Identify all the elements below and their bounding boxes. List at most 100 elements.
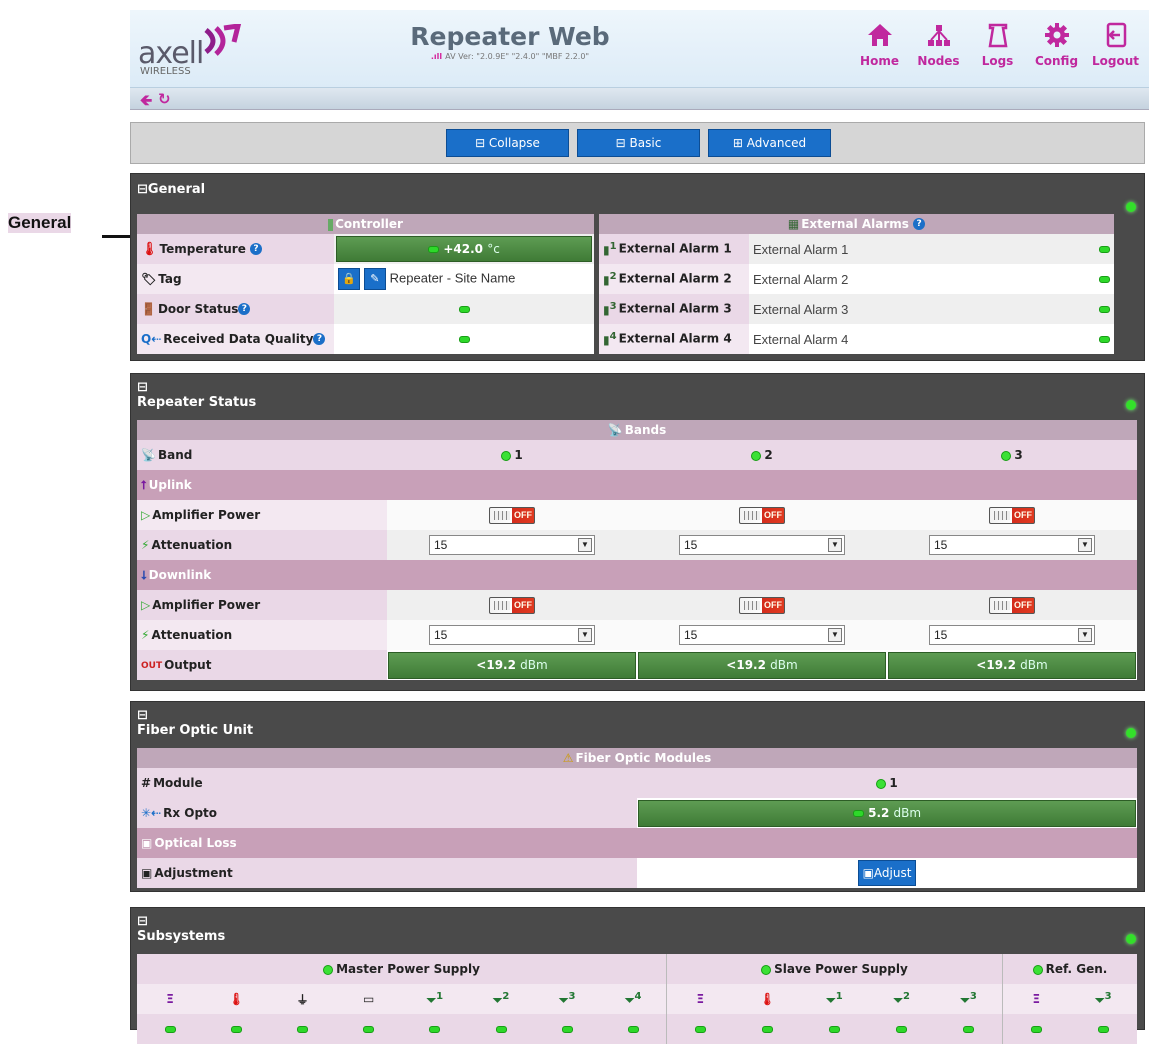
secondary-toolbar: 🡸 ↻: [130, 88, 1149, 110]
master-led: [323, 964, 334, 975]
alarm-2-label: ▮2 External Alarm 2: [599, 264, 749, 294]
uplink-text: Uplink: [148, 477, 192, 492]
help-icon[interactable]: ?: [913, 218, 926, 231]
help-icon[interactable]: ?: [238, 303, 251, 316]
warning-icon: ⚠: [562, 751, 574, 766]
rx-opto-label-text: Rx Opto: [163, 805, 218, 820]
tag-value[interactable]: Repeater - Site Name: [390, 271, 516, 286]
ul-amp-toggle-1[interactable]: OFF: [489, 506, 535, 524]
alarm-bank-icon: ▦: [787, 217, 800, 232]
alarm-3-label-text: External Alarm 3: [618, 301, 732, 316]
fiber-modules-header-text: Fiber Optic Modules: [575, 750, 712, 765]
advanced-button[interactable]: ⊞ Advanced: [708, 129, 831, 157]
alarm-4-label: ▮4 External Alarm 4: [599, 324, 749, 354]
dl-amp-toggle-2[interactable]: OFF: [739, 596, 785, 614]
subsystem-led: [1097, 1026, 1109, 1033]
dl-att-select-1[interactable]: 15 ▼: [429, 625, 595, 645]
adjust-button-text: Adjust: [873, 866, 912, 880]
rx-opto-label: ✳⇠ Rx Opto: [137, 798, 637, 828]
help-icon[interactable]: ?: [250, 243, 263, 255]
band-led: [501, 450, 512, 461]
module-label-text: Module: [153, 775, 203, 790]
subsystem-led: [627, 1026, 639, 1033]
ul-att-2: 15 ▼: [637, 530, 887, 560]
top-nav: Home Nodes Logs Config Logout: [850, 22, 1145, 68]
data-quality-label: Q⇠ Received Data Quality?: [137, 324, 334, 354]
slave-output-icon-2: ⏷2: [893, 990, 910, 1007]
fiber-optic-title-text: Fiber Optic Unit: [137, 723, 254, 738]
slave-power-text: Slave Power Supply: [774, 962, 908, 976]
alarm-1-led: [1099, 246, 1110, 253]
callout-label: General: [8, 213, 72, 233]
slave-led: [761, 964, 772, 975]
subsystems-title[interactable]: ⊟ Subsystems: [137, 914, 225, 944]
temperature-label: 🌡 Temperature ?: [137, 234, 334, 264]
adjustment-label-text: Adjustment: [154, 865, 233, 880]
output-2: <19.2 dBm: [637, 650, 887, 680]
door-icon: 🚪: [141, 302, 156, 317]
collapse-glyph: ⊟: [137, 914, 148, 929]
subsystem-led: [694, 1026, 706, 1033]
fiber-modules-header: ⚠ Fiber Optic Modules: [137, 748, 1137, 768]
general-panel: ⊟General Controller 🌡 Temperature ? +42.0…: [130, 173, 1145, 361]
subsystem-led: [495, 1026, 507, 1033]
nav-nodes[interactable]: Nodes: [909, 22, 968, 68]
subsystem-led-cell: [935, 1014, 1003, 1044]
ul-amp-toggle-2[interactable]: OFF: [739, 506, 785, 524]
bands-table: 📡 Bands 📡 Band 1 2 3 ⭡ Uplink ▷ Amplifier Po…: [137, 420, 1137, 680]
fiber-optic-title[interactable]: ⊟ Fiber Optic Unit: [137, 708, 253, 738]
dl-att-select-3[interactable]: 15 ▼: [929, 625, 1095, 645]
collapse-button[interactable]: ⊟ Collapse: [446, 129, 569, 157]
output-3: <19.2 dBm: [887, 650, 1137, 680]
adjust-button[interactable]: ▣Adjust: [857, 860, 917, 886]
ul-amp-1: OFF: [387, 500, 637, 530]
nav-logout[interactable]: Logout: [1086, 22, 1145, 68]
repeater-status-title[interactable]: ⊟ Repeater Status: [137, 380, 256, 410]
temperature-led: [428, 246, 440, 253]
alarm-4-value: External Alarm 4: [749, 324, 1094, 354]
nav-logs[interactable]: Logs: [968, 22, 1027, 68]
back-arrow-icon[interactable]: 🡸: [140, 90, 152, 115]
refresh-icon[interactable]: ↻: [158, 90, 171, 108]
alarm-4-led: [1099, 336, 1110, 343]
master-output-icon-3: ⏷3: [558, 990, 576, 1007]
general-status-led: [1126, 202, 1136, 212]
amplifier-icon: ▷: [141, 598, 151, 613]
nav-config[interactable]: Config: [1027, 22, 1086, 68]
dl-att-select-2[interactable]: 15 ▼: [679, 625, 845, 645]
subsystem-led-cell: [801, 1014, 868, 1044]
alarm-2-value: External Alarm 2: [749, 264, 1094, 294]
logout-icon: [1106, 22, 1126, 48]
master-plug-icon: ⏚: [296, 992, 309, 1007]
rx-opto-value-box: 5.2 dBm: [638, 799, 1136, 827]
help-icon[interactable]: ?: [313, 333, 326, 346]
general-title[interactable]: ⊟General: [137, 182, 205, 197]
subsystem-led-cell: [734, 1014, 801, 1044]
alarm-1-label: ▮1 External Alarm 1: [599, 234, 749, 264]
module-led: [876, 778, 887, 789]
fiber-optic-panel: ⊟ Fiber Optic Unit ⚠ Fiber Optic Modules #…: [130, 701, 1145, 892]
bands-header: 📡 Bands: [137, 420, 1137, 440]
optical-loss-section: ▣ Optical Loss: [137, 828, 1137, 858]
master-output-icon-2: ⏷2: [492, 990, 510, 1007]
temperature-label-text: Temperature: [159, 241, 246, 256]
ref-gen-header: Ref. Gen.: [1002, 954, 1137, 984]
controller-header: Controller: [137, 214, 594, 234]
master-power-header: Master Power Supply: [137, 954, 667, 984]
edit-button[interactable]: ✎: [363, 268, 386, 290]
basic-button[interactable]: ⊟ Basic: [577, 129, 700, 157]
nav-logs-label: Logs: [981, 54, 1014, 68]
lock-button[interactable]: 🔒: [338, 268, 360, 290]
dl-att-2: 15 ▼: [637, 620, 887, 650]
nav-home[interactable]: Home: [850, 22, 909, 68]
ul-amp-toggle-3[interactable]: OFF: [989, 506, 1035, 524]
external-alarms-table: ▦ External Alarms ? ▮1 External Alarm 1 Ext…: [599, 214, 1114, 354]
master-status-icon: Ξ: [166, 992, 174, 1006]
dl-amp-toggle-3[interactable]: OFF: [989, 596, 1035, 614]
ul-att-select-2[interactable]: 15 ▼: [679, 535, 845, 555]
ul-att-select-3[interactable]: 15 ▼: [929, 535, 1095, 555]
dl-amp-toggle-1[interactable]: OFF: [489, 596, 535, 614]
data-quality-led: [458, 336, 470, 343]
callout-line: [102, 235, 132, 238]
ul-att-select-1[interactable]: 15 ▼: [429, 535, 595, 555]
